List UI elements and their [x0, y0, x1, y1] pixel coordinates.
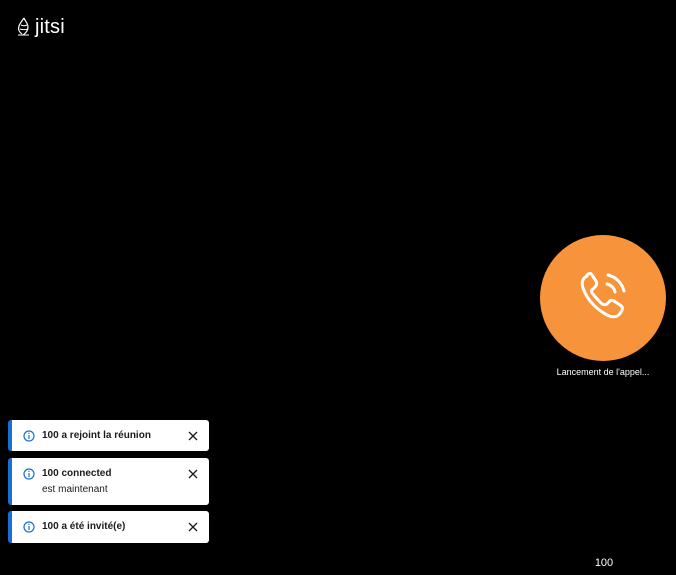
notification-joined: 100 a rejoint la réunion — [8, 420, 209, 451]
info-icon — [22, 520, 36, 534]
logo-text: jitsi — [35, 16, 65, 38]
phone-ringing-icon — [573, 266, 633, 331]
call-status-text: Lancement de l'appel... — [556, 367, 650, 377]
info-icon — [22, 429, 36, 443]
close-icon[interactable] — [187, 521, 199, 533]
close-icon[interactable] — [187, 430, 199, 442]
close-icon[interactable] — [187, 468, 199, 480]
jitsi-watermark-icon — [16, 17, 32, 37]
notification-description: est maintenant — [42, 484, 108, 495]
notification-title: 100 a été invité(e) — [42, 521, 126, 532]
notification-invited: 100 a été invité(e) — [8, 511, 209, 543]
jitsi-logo[interactable]: jitsi — [16, 16, 65, 38]
participant-display-name: 100 — [594, 557, 614, 569]
notification-connected: 100 connected est maintenant — [8, 458, 209, 505]
info-icon — [22, 467, 36, 481]
notification-title: 100 a rejoint la réunion — [42, 430, 151, 441]
notification-title: 100 connected — [42, 468, 112, 479]
outgoing-call-avatar — [540, 235, 666, 361]
conference-stage: jitsi Lancement de l'appel... 100 a rejo… — [0, 0, 676, 575]
